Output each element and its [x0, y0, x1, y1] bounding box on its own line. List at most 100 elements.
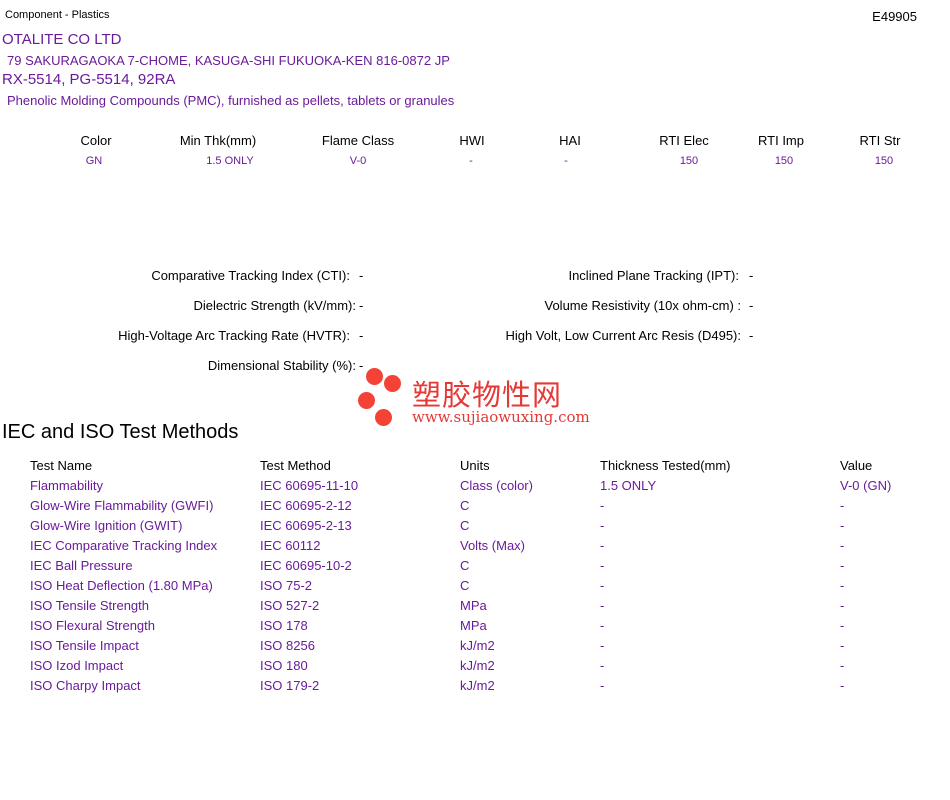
company-name: OTALITE CO LTD	[2, 31, 122, 48]
ratings-value-rti-elec: 150	[679, 155, 699, 167]
cti-label: Comparative Tracking Index (CTI):	[151, 268, 350, 283]
category-label: Component - Plastics	[5, 9, 110, 21]
iso-cell-test-name: ISO Tensile Impact	[30, 638, 139, 653]
file-number: E49905	[872, 9, 917, 24]
watermark-dot-icon	[366, 368, 383, 385]
product-grades: RX-5514, PG-5514, 92RA	[2, 71, 176, 88]
iso-cell-thickness: -	[600, 578, 605, 593]
d495-value: -	[749, 328, 754, 343]
hvtr-label: High-Voltage Arc Tracking Rate (HVTR):	[118, 328, 350, 343]
iso-cell-value: -	[840, 618, 845, 633]
iso-cell-test-name: IEC Ball Pressure	[30, 558, 133, 573]
iso-cell-test-method: IEC 60695-11-10	[260, 478, 359, 493]
ratings-header-rti-str: RTI Str	[859, 133, 901, 148]
iso-cell-test-name: Flammability	[30, 478, 103, 493]
iso-header-value: Value	[840, 458, 873, 473]
iso-cell-thickness: -	[600, 678, 605, 693]
iso-header-test-name: Test Name	[30, 458, 93, 473]
iso-cell-test-name: Glow-Wire Flammability (GWFI)	[30, 498, 214, 513]
dielectric-label: Dielectric Strength (kV/mm):	[193, 298, 356, 313]
iso-cell-value: -	[840, 638, 845, 653]
iso-cell-test-method: IEC 60695-2-12	[260, 498, 352, 513]
iso-cell-value: -	[840, 538, 845, 553]
iso-cell-test-method: ISO 180	[260, 658, 308, 673]
iso-cell-test-name: ISO Flexural Strength	[30, 618, 155, 633]
iso-cell-thickness: -	[600, 658, 605, 673]
ratings-header-rti-imp: RTI Imp	[758, 133, 804, 148]
ratings-value-rti-imp: 150	[774, 155, 794, 167]
section-title: IEC and ISO Test Methods	[2, 421, 239, 443]
ratings-value-color: GN	[85, 155, 103, 167]
d495-label: High Volt, Low Current Arc Resis (D495):	[505, 328, 741, 343]
ipt-value: -	[749, 268, 754, 283]
iso-cell-test-method: ISO 527-2	[260, 598, 320, 613]
iso-cell-value: -	[840, 658, 845, 673]
iso-cell-test-name: ISO Charpy Impact	[30, 678, 141, 693]
ratings-header-min-thk: Min Thk(mm)	[179, 133, 257, 148]
iso-cell-test-method: ISO 179-2	[260, 678, 320, 693]
product-description: Phenolic Molding Compounds (PMC), furnis…	[7, 93, 455, 108]
iso-cell-thickness: -	[600, 558, 605, 573]
ratings-header-hwi: HWI	[459, 133, 485, 148]
iso-cell-value: -	[840, 518, 845, 533]
iso-cell-units: Class (color)	[460, 478, 533, 493]
watermark-dot-icon	[384, 375, 401, 392]
iso-header-units: Units	[460, 458, 490, 473]
iso-header-thickness: Thickness Tested(mm)	[600, 458, 731, 473]
iso-cell-value: -	[840, 578, 845, 593]
iso-cell-test-name: ISO Izod Impact	[30, 658, 124, 673]
cti-value: -	[359, 268, 364, 283]
ratings-header-flame-class: Flame Class	[321, 133, 395, 148]
watermark: 塑胶物性网 www.sujiaowuxing.com	[356, 368, 596, 428]
iso-cell-thickness: -	[600, 638, 605, 653]
iso-cell-value: -	[840, 498, 845, 513]
iso-cell-units: MPa	[460, 598, 487, 613]
iso-cell-value: -	[840, 558, 845, 573]
iso-cell-test-name: ISO Tensile Strength	[30, 598, 149, 613]
iso-cell-units: C	[460, 578, 470, 593]
company-address: 79 SAKURAGAOKA 7-CHOME, KASUGA-SHI FUKUO…	[7, 53, 450, 68]
ratings-value-hwi: -	[469, 155, 473, 167]
ipt-label: Inclined Plane Tracking (IPT):	[568, 268, 739, 283]
hvtr-value: -	[359, 328, 364, 343]
ratings-value-flame-class: V-0	[349, 155, 367, 167]
iso-cell-units: C	[460, 498, 470, 513]
iso-cell-units: C	[460, 558, 470, 573]
volume-resistivity-value: -	[749, 298, 754, 313]
iso-cell-value: -	[840, 678, 845, 693]
iso-cell-units: kJ/m2	[460, 678, 495, 693]
iso-cell-units: Volts (Max)	[460, 538, 526, 553]
iso-cell-units: kJ/m2	[460, 638, 495, 653]
iso-cell-value: -	[840, 598, 845, 613]
dielectric-value: -	[359, 298, 364, 313]
iso-cell-units: C	[460, 518, 470, 533]
ratings-header-hai: HAI	[559, 133, 581, 148]
ratings-value-rti-str: 150	[874, 155, 894, 167]
iso-header-test-method: Test Method	[260, 458, 331, 473]
volume-resistivity-label: Volume Resistivity (10x ohm-cm) :	[544, 298, 742, 313]
dimensional-stability-label: Dimensional Stability (%):	[207, 358, 356, 373]
iso-cell-value: V-0 (GN)	[840, 478, 892, 493]
ratings-value-hai: -	[564, 155, 568, 167]
iso-cell-test-method: ISO 8256	[260, 638, 315, 653]
iso-cell-thickness: -	[600, 518, 605, 533]
watermark-dot-icon	[375, 409, 392, 426]
iso-cell-test-method: IEC 60695-10-2	[260, 558, 352, 573]
iso-cell-test-method: IEC 60695-2-13	[260, 518, 352, 533]
watermark-url: www.sujiaowuxing.com	[412, 408, 590, 426]
iso-cell-thickness: -	[600, 618, 605, 633]
iso-cell-test-name: Glow-Wire Ignition (GWIT)	[30, 518, 183, 533]
iso-cell-test-method: ISO 75-2	[260, 578, 313, 593]
ratings-header-rti-elec: RTI Elec	[659, 133, 709, 148]
iso-cell-thickness: -	[600, 538, 605, 553]
iso-cell-units: kJ/m2	[460, 658, 495, 673]
watermark-dot-icon	[358, 392, 375, 409]
iso-cell-thickness: -	[600, 598, 605, 613]
iso-cell-test-method: IEC 60112	[260, 538, 321, 553]
iso-cell-test-name: ISO Heat Deflection (1.80 MPa)	[30, 578, 213, 593]
iso-cell-test-name: IEC Comparative Tracking Index	[30, 538, 218, 553]
iso-cell-thickness: -	[600, 498, 605, 513]
ratings-header-color: Color	[80, 133, 112, 148]
iso-cell-thickness: 1.5 ONLY	[600, 478, 657, 493]
iso-cell-units: MPa	[460, 618, 487, 633]
